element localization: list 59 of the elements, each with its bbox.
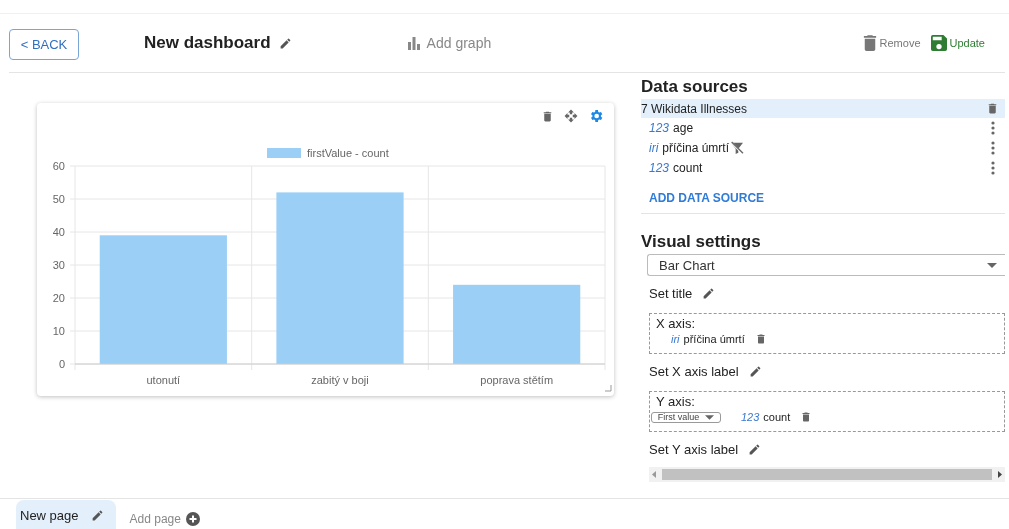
save-icon xyxy=(930,35,947,51)
resize-handle-icon[interactable] xyxy=(604,384,612,392)
scroll-right-icon[interactable] xyxy=(998,471,1002,478)
filter-off-icon[interactable] xyxy=(729,140,745,156)
back-button[interactable]: < BACK xyxy=(9,29,79,60)
y-tick-label: 20 xyxy=(52,292,65,304)
x-axis-drop-area: X axis: iri příčina úmrtí xyxy=(649,313,1005,354)
x-tick-label: poprava stětím xyxy=(480,374,554,386)
setting-label: Set Y axis label xyxy=(649,441,739,457)
pencil-icon[interactable] xyxy=(748,364,762,378)
y-axis-drop-area: Y axis: First value 123 count xyxy=(649,391,1005,432)
horizontal-scrollbar[interactable] xyxy=(649,467,1005,482)
data-source-row[interactable]: 7 Wikidata Illnesses xyxy=(641,99,1005,118)
pencil-icon[interactable] xyxy=(702,286,716,300)
pencil-icon[interactable] xyxy=(278,36,292,50)
add-data-source-button[interactable]: ADD DATA SOURCE xyxy=(649,191,765,205)
x-tick-label: utonutí xyxy=(146,374,181,386)
field-name: age xyxy=(673,121,694,135)
section-title: Data sources xyxy=(641,77,749,97)
section-title: Visual settings xyxy=(641,232,762,252)
more-icon[interactable] xyxy=(991,161,995,175)
aggregate-dropdown[interactable]: First value xyxy=(651,411,721,423)
legend-label: firstValue - count xyxy=(307,147,389,159)
y-tick-label: 60 xyxy=(52,160,65,172)
update-button[interactable]: Update xyxy=(930,35,985,51)
field-type: iri xyxy=(649,141,659,155)
setting-label: Set title xyxy=(649,285,693,301)
pencil-icon[interactable] xyxy=(90,508,104,522)
plus-icon xyxy=(185,512,200,526)
caret-icon xyxy=(705,414,715,420)
y-tick-label: 30 xyxy=(52,259,65,271)
y-tick-label: 40 xyxy=(52,226,65,238)
settings-icon[interactable] xyxy=(588,108,604,124)
y-tick-label: 10 xyxy=(52,325,65,337)
dashboard-title: New dashboard xyxy=(144,33,271,53)
field-type: 123 xyxy=(649,161,670,175)
move-icon[interactable] xyxy=(564,109,578,123)
chart-legend: firstValue - count xyxy=(267,147,389,159)
setting-label: Set X axis label xyxy=(649,363,739,379)
field-name: count xyxy=(673,161,703,175)
more-icon[interactable] xyxy=(991,141,995,155)
add-page-button[interactable]: Add page xyxy=(129,510,200,528)
page-tab[interactable]: New page xyxy=(16,500,116,529)
remove-button[interactable]: Remove xyxy=(862,34,921,52)
field-name: příčina úmrtí xyxy=(662,141,729,155)
chart-type-dropdown[interactable]: Bar Chart xyxy=(647,254,1005,276)
y-tick-label: 50 xyxy=(52,193,65,205)
add-graph-button[interactable]: Add graph xyxy=(406,35,492,51)
pencil-icon[interactable] xyxy=(748,442,762,456)
more-icon[interactable] xyxy=(991,121,995,135)
bar-chart-icon xyxy=(406,36,421,50)
caret-icon xyxy=(987,262,997,268)
trash-icon xyxy=(862,34,877,52)
trash-icon[interactable] xyxy=(986,102,999,115)
y-tick-label: 0 xyxy=(58,358,65,370)
x-tick-label: zabitý v boji xyxy=(311,374,369,386)
trash-icon[interactable] xyxy=(541,109,554,123)
trash-icon[interactable] xyxy=(800,411,813,423)
field-type: 123 xyxy=(649,121,670,135)
